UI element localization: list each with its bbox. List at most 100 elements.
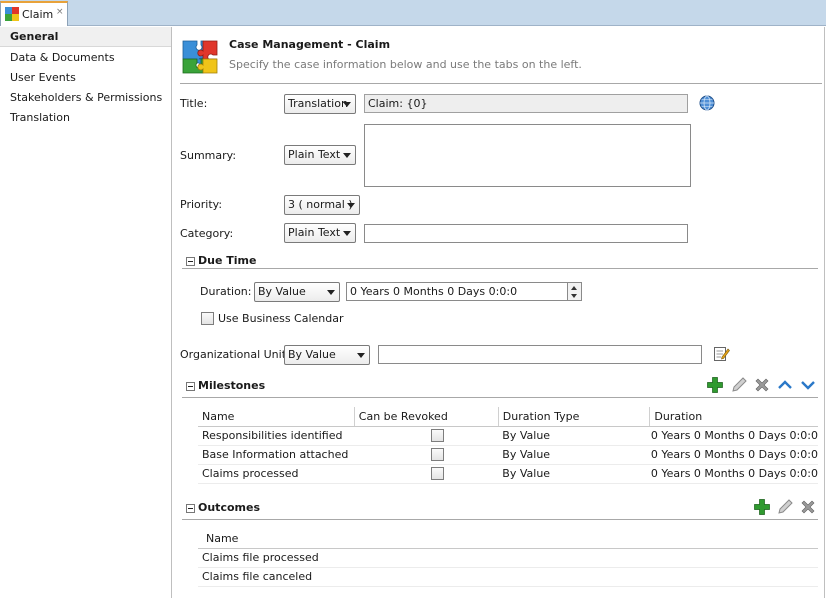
milestone-name: Base Information attached <box>198 445 355 465</box>
puzzle-icon <box>182 40 218 74</box>
tab-claim[interactable]: Claim × <box>0 1 68 26</box>
table-header-row: Name Can be Revoked Duration Type Durati… <box>198 407 818 427</box>
table-header-row: Name <box>198 529 818 549</box>
outcome-name: Claims file processed <box>198 548 818 568</box>
milestone-duration-type: By Value <box>498 445 650 465</box>
collapse-icon[interactable] <box>186 504 195 513</box>
milestone-duration-type: By Value <box>498 426 650 446</box>
sidebar-item-user-events[interactable]: User Events <box>0 68 171 88</box>
table-row[interactable]: Base Information attached By Value 0 Yea… <box>198 445 818 465</box>
outcome-name: Claims file canceled <box>198 567 818 587</box>
milestone-duration: 0 Years 0 Months 0 Days 0:0:0 <box>649 464 818 484</box>
due-time-divider <box>182 268 818 269</box>
title-mode-value: Translation <box>288 97 348 110</box>
revoked-cell <box>354 445 499 465</box>
revoked-checkbox[interactable] <box>431 467 445 480</box>
arrow-up-icon[interactable] <box>776 376 794 394</box>
column-header-duration[interactable]: Duration <box>649 407 818 427</box>
business-calendar-label: Use Business Calendar <box>218 312 344 325</box>
chevron-down-icon <box>343 231 351 236</box>
table-row[interactable]: Claims file processed <box>198 548 818 568</box>
business-calendar-checkbox[interactable] <box>201 312 214 325</box>
column-header-can-be-revoked[interactable]: Can be Revoked <box>354 407 499 427</box>
revoked-checkbox[interactable] <box>431 429 445 442</box>
title-label: Title: <box>180 97 208 110</box>
delete-icon[interactable] <box>753 376 771 394</box>
summary-textarea[interactable] <box>364 124 691 187</box>
category-mode-dropdown[interactable]: Plain Text <box>284 223 356 243</box>
column-header-name[interactable]: Name <box>198 529 818 549</box>
collapse-icon[interactable] <box>186 382 195 391</box>
delete-icon[interactable] <box>799 498 817 516</box>
milestones-heading: Milestones <box>198 379 266 392</box>
duration-mode-dropdown[interactable]: By Value <box>254 282 340 302</box>
outcomes-heading: Outcomes <box>198 501 260 514</box>
table-row[interactable]: Responsibilities identified By Value 0 Y… <box>198 426 818 446</box>
summary-mode-dropdown[interactable]: Plain Text <box>284 145 356 165</box>
sidebar-item-stakeholders-permissions[interactable]: Stakeholders & Permissions <box>0 88 171 108</box>
sidebar-item-general[interactable]: General <box>0 27 171 47</box>
duration-mode-value: By Value <box>258 285 306 298</box>
outcomes-table: Name Claims file processed Claims file c… <box>198 529 818 587</box>
title-mode-dropdown[interactable]: Translation <box>284 94 356 114</box>
milestone-duration: 0 Years 0 Months 0 Days 0:0:0 <box>649 445 818 465</box>
milestones-divider <box>182 397 818 398</box>
org-unit-mode-dropdown[interactable]: By Value <box>284 345 370 365</box>
org-unit-input[interactable] <box>378 345 702 364</box>
pencil-icon[interactable] <box>730 376 748 394</box>
chevron-down-icon <box>347 203 355 208</box>
milestone-name: Claims processed <box>198 464 355 484</box>
collapse-icon[interactable] <box>186 257 195 266</box>
close-icon[interactable]: × <box>56 7 64 17</box>
right-border <box>824 27 825 598</box>
category-mode-value: Plain Text <box>288 226 341 239</box>
priority-dropdown[interactable]: 3 ( normal ) <box>284 195 360 215</box>
category-input[interactable] <box>364 224 688 243</box>
org-unit-mode-value: By Value <box>288 348 336 361</box>
arrow-down-icon[interactable] <box>799 376 817 394</box>
duration-input[interactable]: 0 Years 0 Months 0 Days 0:0:0 <box>346 282 568 301</box>
arrow-up-icon[interactable] <box>571 286 577 290</box>
header-divider <box>180 83 822 84</box>
sidebar-item-translation[interactable]: Translation <box>0 108 171 128</box>
milestone-duration-type: By Value <box>498 464 650 484</box>
column-header-duration-type[interactable]: Duration Type <box>498 407 651 427</box>
add-icon[interactable] <box>753 498 771 516</box>
page-subtitle: Specify the case information below and u… <box>229 58 582 71</box>
outcomes-divider <box>182 519 818 520</box>
org-unit-label: Organizational Unit: <box>180 348 290 361</box>
column-header-name[interactable]: Name <box>198 407 355 427</box>
chevron-down-icon <box>357 353 365 358</box>
tab-label: Claim <box>22 8 54 21</box>
chevron-down-icon <box>343 153 351 158</box>
revoked-cell <box>354 426 499 446</box>
priority-value: 3 ( normal ) <box>288 198 353 211</box>
chevron-down-icon <box>343 102 351 107</box>
sidebar-item-data-documents[interactable]: Data & Documents <box>0 48 171 68</box>
pencil-icon[interactable] <box>776 498 794 516</box>
chevron-down-icon <box>327 290 335 295</box>
duration-spinner[interactable] <box>567 282 582 301</box>
page-title: Case Management - Claim <box>229 38 391 51</box>
edit-document-icon[interactable] <box>713 345 730 362</box>
puzzle-icon <box>5 7 19 21</box>
table-row[interactable]: Claims processed By Value 0 Years 0 Mont… <box>198 464 818 484</box>
title-input[interactable]: Claim: {0} <box>364 94 688 113</box>
due-time-heading: Due Time <box>198 254 257 267</box>
priority-label: Priority: <box>180 198 223 211</box>
revoked-cell <box>354 464 499 484</box>
milestones-table: Name Can be Revoked Duration Type Durati… <box>198 407 818 484</box>
arrow-down-icon[interactable] <box>571 294 577 298</box>
summary-mode-value: Plain Text <box>288 148 341 161</box>
editor-tab-strip: Claim × <box>0 0 826 26</box>
globe-icon[interactable] <box>699 95 715 111</box>
sidebar: General Data & Documents User Events Sta… <box>0 27 172 598</box>
add-icon[interactable] <box>706 376 724 394</box>
duration-label: Duration: <box>200 285 252 298</box>
milestone-duration: 0 Years 0 Months 0 Days 0:0:0 <box>649 426 818 446</box>
category-label: Category: <box>180 227 234 240</box>
milestone-name: Responsibilities identified <box>198 426 355 446</box>
revoked-checkbox[interactable] <box>431 448 445 461</box>
table-row[interactable]: Claims file canceled <box>198 567 818 587</box>
summary-label: Summary: <box>180 149 237 162</box>
